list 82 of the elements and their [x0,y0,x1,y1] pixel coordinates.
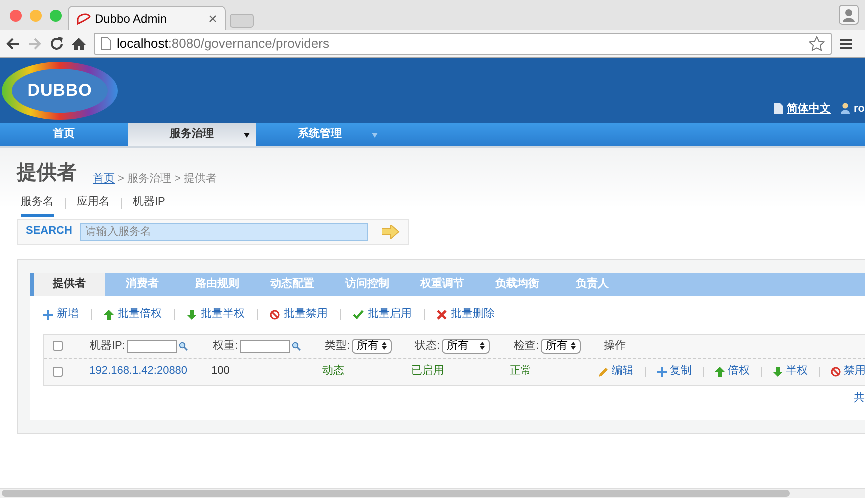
table-cell: 已启用 [412,365,445,378]
filter-label: 类型: [325,338,350,354]
select-arrows-icon [571,342,576,350]
user-name[interactable]: ro [854,100,865,117]
page-icon [101,37,111,50]
search-tab[interactable]: 应用名 [77,194,110,216]
filter-field[interactable] [127,340,178,352]
new-tab-button[interactable] [230,14,254,28]
row-action-link[interactable]: 倍权 [715,363,750,380]
caret-icon [244,133,250,138]
checkbox[interactable] [53,341,63,351]
filter-label: 检查: [514,338,540,354]
up-arrow-icon [104,310,114,320]
filter-select[interactable]: 所有 [541,338,582,354]
nav-menu-item[interactable]: 服务治理 [128,123,256,146]
table-cell: 动态 [322,365,345,378]
logo[interactable]: DUBBO [2,62,118,120]
browser-tab[interactable]: Dubbo Admin [68,6,226,30]
arrow-right-icon[interactable] [382,224,400,238]
row-action-link[interactable]: 复制 [657,363,692,380]
close-window-icon[interactable] [10,10,22,22]
close-tab-icon[interactable] [209,14,217,22]
caret-icon [372,133,378,138]
column-header: 操作 [604,338,626,354]
filter-label: 权重: [213,338,238,354]
pencil-icon [599,366,610,376]
zoom-window-icon[interactable] [50,10,62,22]
action-link[interactable]: 批量倍权 [104,306,162,323]
url-text: localhost:8080/governance/providers [117,34,330,53]
address-bar[interactable]: localhost:8080/governance/providers [94,32,832,54]
filter-label: 状态: [415,338,440,354]
filter-select[interactable]: 所有 [442,338,490,354]
checkbox[interactable] [53,366,63,376]
page-title: 提供者 [17,161,77,186]
profile-icon[interactable] [839,5,859,25]
back-icon[interactable] [6,36,20,50]
ban-icon [270,310,280,320]
select-arrows-icon [480,342,486,350]
search-tab[interactable]: 机器IP [133,194,166,216]
favicon-icon [77,12,91,24]
user-icon [841,103,850,114]
search-icon[interactable] [179,342,188,350]
pagination-text: 共 [854,391,865,406]
action-link[interactable]: 批量启用 [353,306,412,323]
up-arrow-icon [715,366,726,376]
search-label: SEARCH [26,224,72,240]
home-icon[interactable] [72,36,86,50]
ban-icon [831,366,842,376]
check-icon [353,310,364,320]
language-link[interactable]: 简体中文 [787,100,831,117]
breadcrumb-link[interactable]: 首页 [93,172,115,184]
down-arrow-icon [773,366,784,376]
action-link[interactable]: 批量删除 [437,306,495,323]
nav-menu-item[interactable]: 首页 [0,123,128,146]
menu-icon[interactable] [840,38,852,50]
table-cell: 100 [212,365,230,378]
row-action-link[interactable]: 禁用 [831,363,865,380]
star-icon[interactable] [809,36,825,52]
breadcrumb: 首页 > 服务治理 > 提供者 [93,172,218,186]
document-icon [774,103,783,114]
down-arrow-icon [187,310,197,320]
nav-menu-item[interactable]: 系统管理 [256,123,384,146]
table-cell: 正常 [510,365,532,378]
address-link[interactable]: 192.168.1.42:20880 [90,365,188,378]
horizontal-scrollbar[interactable] [0,488,865,498]
filter-field[interactable] [240,340,290,352]
row-action-link[interactable]: 编辑 [599,363,634,380]
cross-icon [437,310,447,320]
search-icon[interactable] [292,342,302,350]
plus-icon [657,366,668,376]
search-field[interactable]: 请输入服务名 [80,222,368,240]
action-link[interactable]: 批量禁用 [270,306,328,323]
select-arrows-icon [382,342,388,350]
plus-icon [43,310,53,320]
action-link[interactable]: 新增 [43,306,79,323]
tab[interactable]: 提供者 [30,272,105,296]
filter-label: 机器IP: [90,338,126,354]
forward-icon[interactable] [28,36,42,50]
filter-select[interactable]: 所有 [352,338,392,354]
reload-icon[interactable] [50,36,64,50]
action-link[interactable]: 批量半权 [187,306,245,323]
row-action-link[interactable]: 半权 [773,363,808,380]
